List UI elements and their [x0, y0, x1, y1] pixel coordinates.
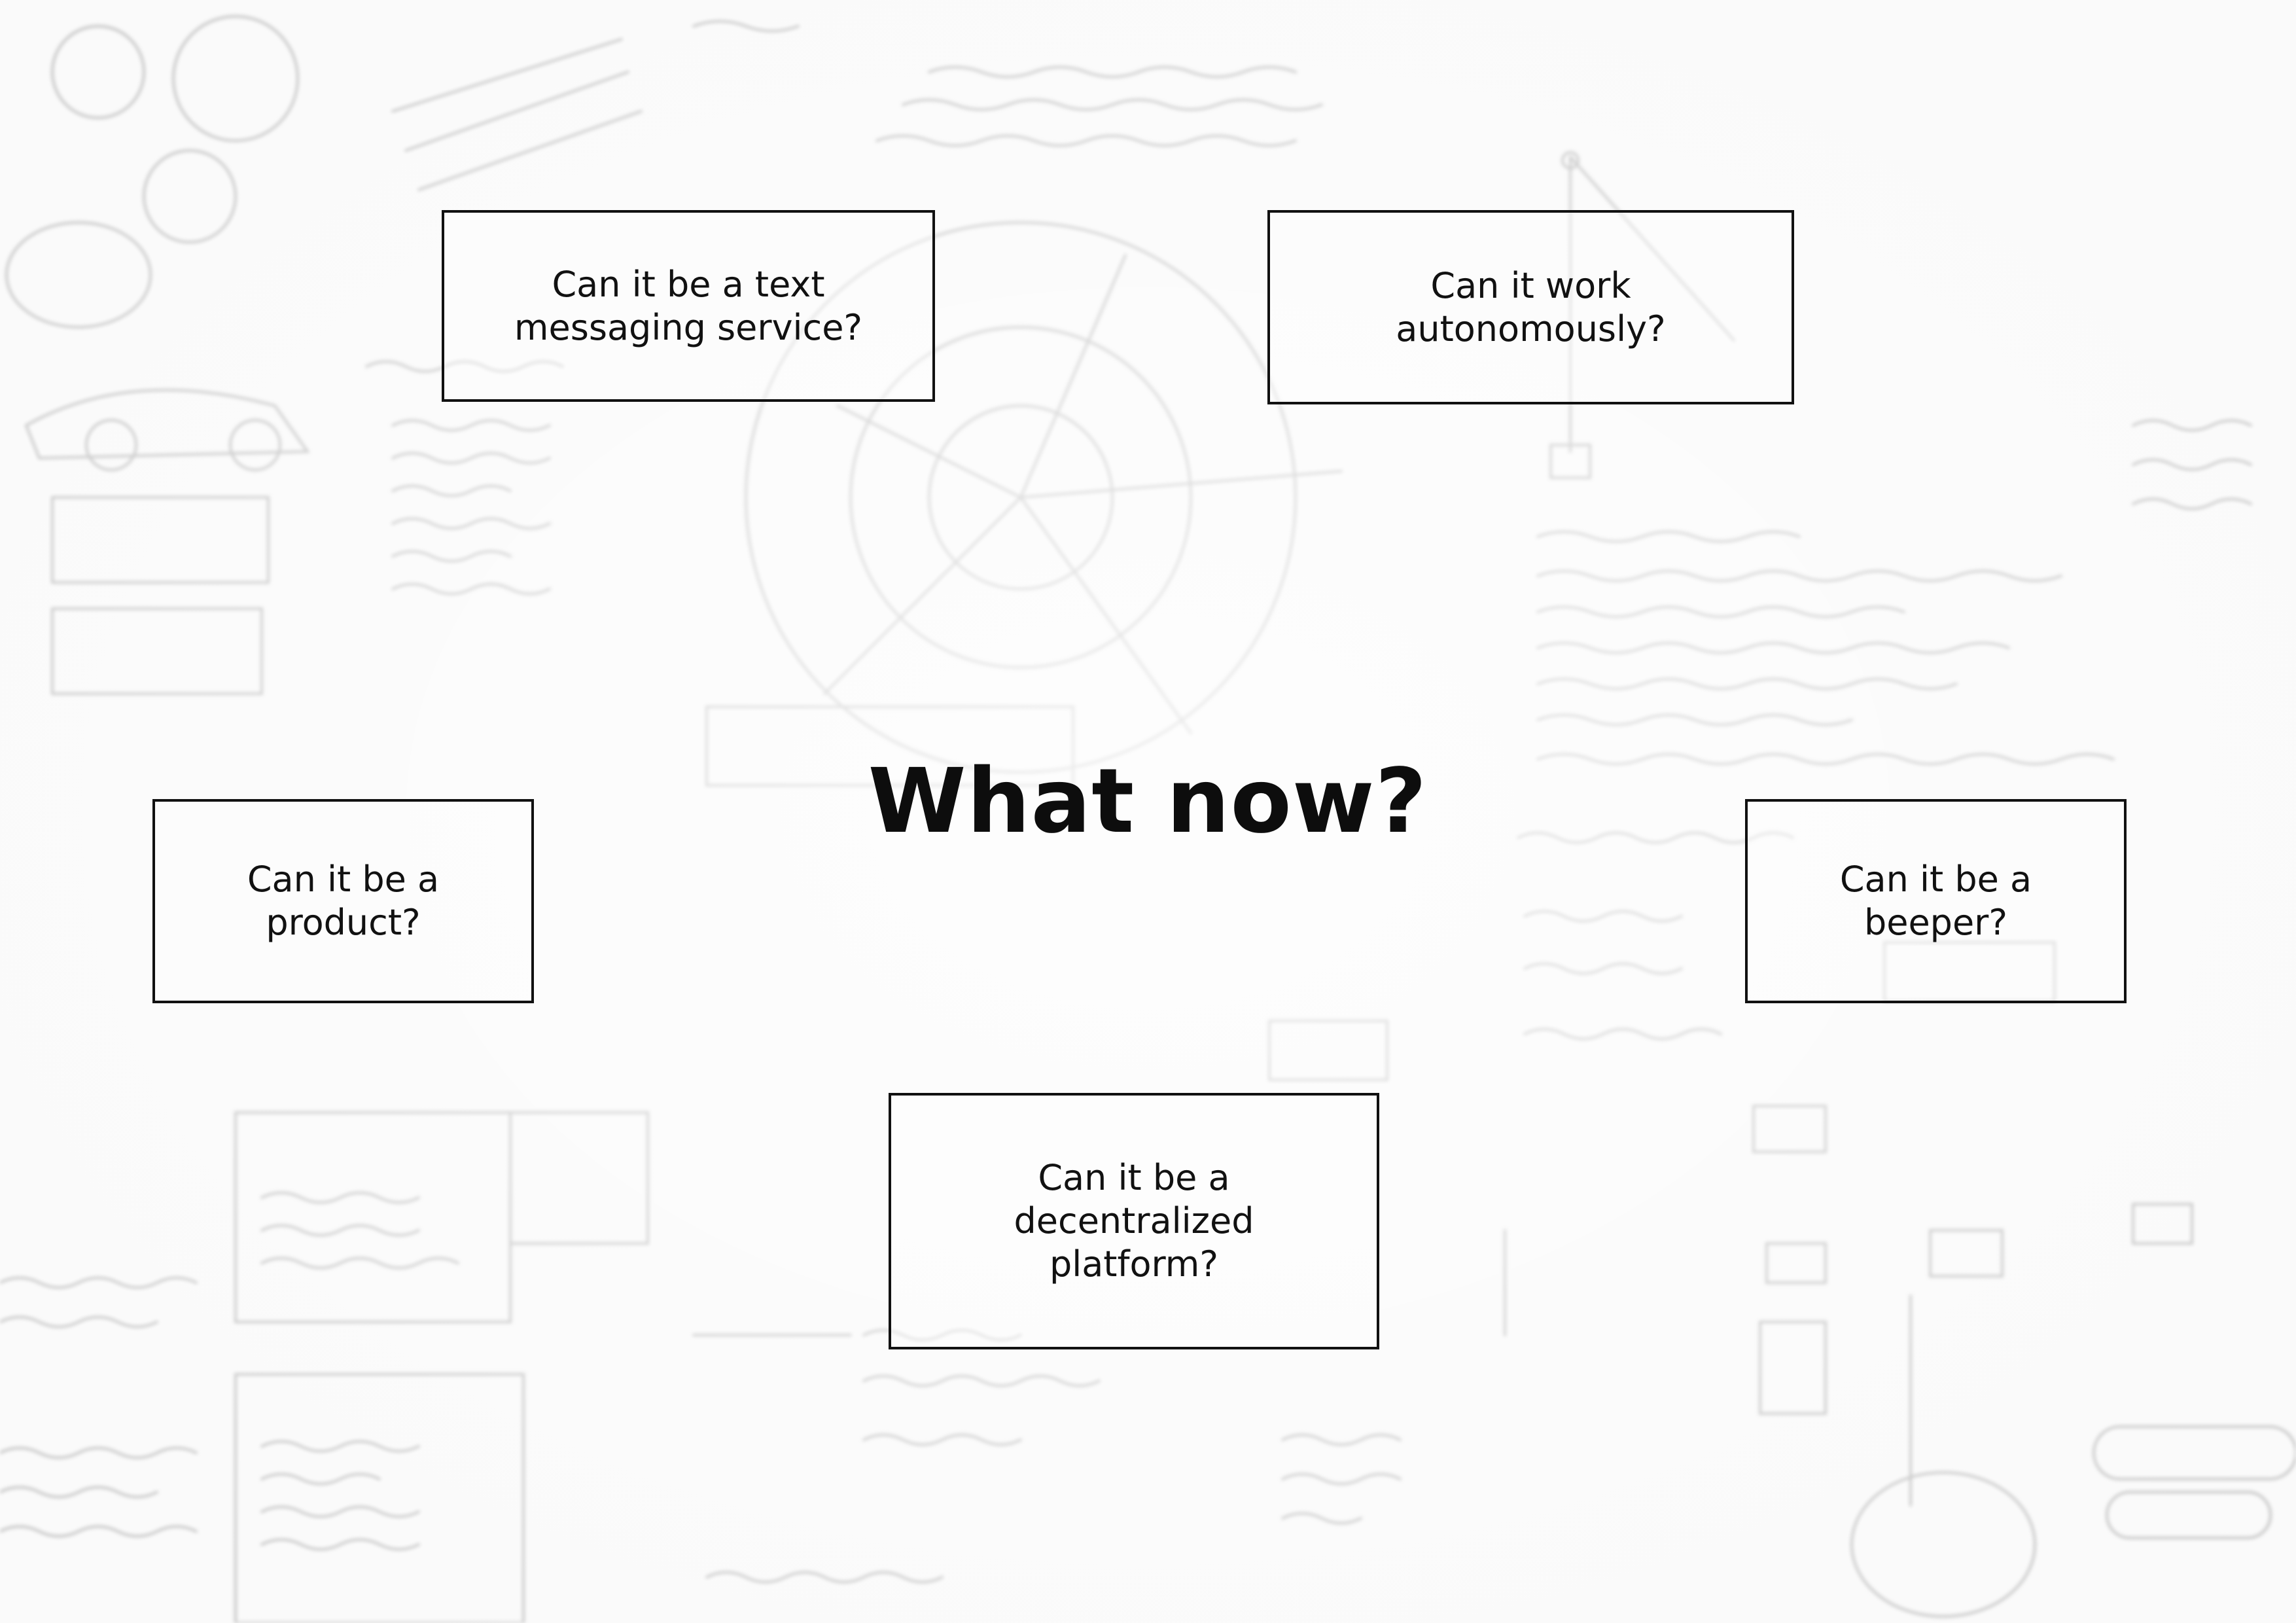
- main-title: What now?: [868, 750, 1428, 853]
- question-box-text-messaging: Can it be a text messaging service?: [442, 210, 935, 402]
- question-box-beeper: Can it be a beeper?: [1745, 799, 2127, 1003]
- slide-canvas: Can it be a text messaging service? Can …: [0, 0, 2296, 1623]
- question-box-autonomous: Can it work autonomously?: [1267, 210, 1794, 404]
- question-box-decentralized: Can it be a decentralized platform?: [889, 1093, 1379, 1349]
- question-box-product: Can it be a product?: [152, 799, 534, 1003]
